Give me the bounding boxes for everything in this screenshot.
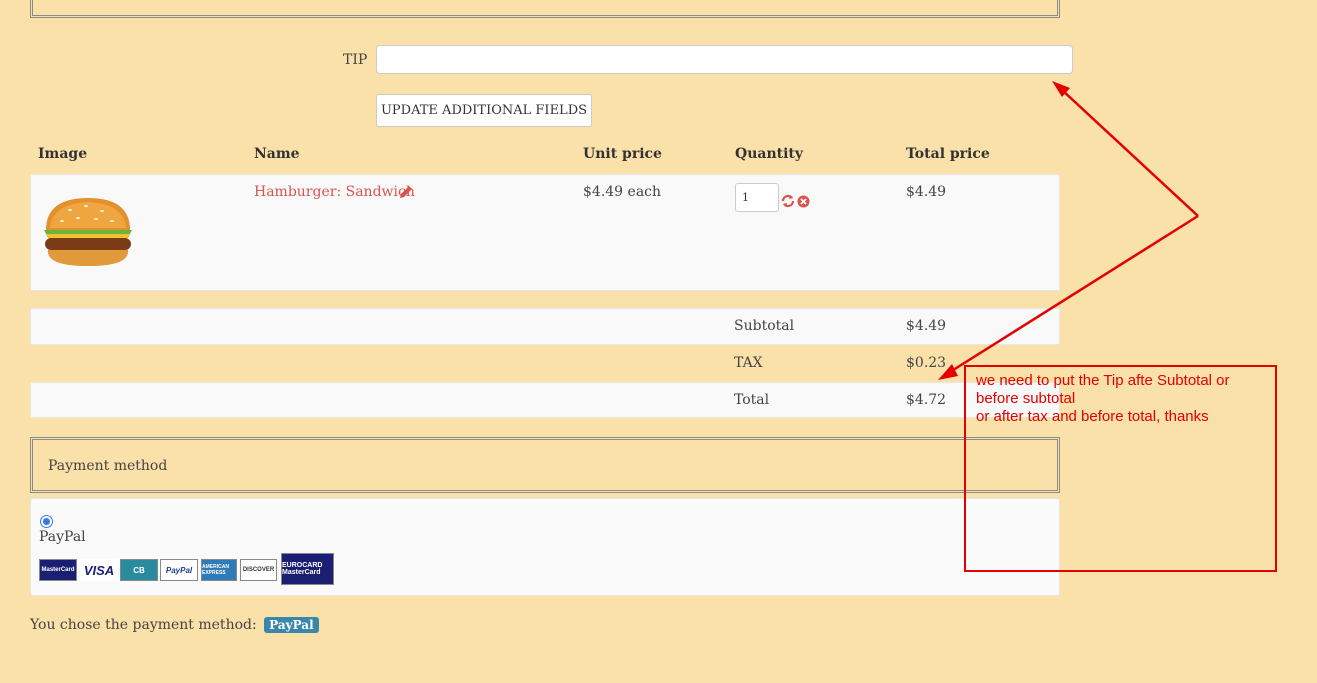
quantity-input[interactable]: 1 [735, 183, 779, 212]
top-panel [30, 0, 1060, 18]
header-total-price: Total price [906, 146, 990, 162]
unit-price: $4.49 each [583, 184, 662, 200]
arrow-to-tip [1061, 89, 1199, 217]
header-quantity: Quantity [735, 146, 804, 162]
tax-label: TAX [734, 355, 763, 371]
pencil-icon[interactable] [399, 185, 413, 199]
discover-icon: DISCOVER [240, 559, 277, 581]
payment-method-panel: Payment method [30, 437, 1060, 493]
amex-icon: AMERICAN EXPRESS [201, 559, 237, 581]
product-name-link[interactable]: Hamburger: Sandwich [254, 184, 415, 200]
payment-options: PayPal MasterCard VISA CB PayPal AMERICA… [30, 498, 1060, 596]
tip-label: TIP [343, 52, 368, 68]
tax-value: $0.23 [906, 355, 947, 371]
chosen-label: You chose the payment method: [30, 617, 257, 633]
header-unit-price: Unit price [583, 146, 662, 162]
chosen-payment-badge: PayPal [264, 617, 319, 633]
subtotal-value: $4.49 [906, 318, 947, 334]
mastercard-icon: MasterCard [39, 559, 77, 581]
cb-icon: CB [120, 559, 158, 581]
annotation-text: we need to put the Tip afte Subtotal or … [976, 372, 1271, 426]
paypal-card-icon: PayPal [160, 559, 198, 581]
tip-input[interactable] [376, 45, 1073, 74]
visa-icon: VISA [80, 559, 118, 581]
arrow-head-tip [1052, 81, 1070, 97]
update-additional-fields-button[interactable]: UPDATE ADDITIONAL FIELDS [376, 94, 592, 127]
paypal-radio[interactable] [40, 515, 53, 528]
total-value: $4.72 [906, 392, 947, 408]
total-label: Total [734, 392, 770, 408]
header-image: Image [38, 146, 88, 162]
header-name: Name [254, 146, 300, 162]
remove-icon[interactable] [797, 195, 810, 208]
annotation-line-1: we need to put the Tip afte Subtotal or … [976, 372, 1230, 407]
annotation-line-2: or after tax and before total, thanks [976, 408, 1209, 425]
eurocard-mastercard-icon: EUROCARD MasterCard [281, 553, 334, 585]
row-total: $4.49 [906, 184, 947, 200]
chosen-payment-text: You chose the payment method: PayPal [30, 617, 319, 633]
payment-method-title: Payment method [48, 458, 168, 474]
paypal-option-label[interactable]: PayPal [39, 529, 86, 545]
refresh-icon[interactable] [781, 194, 795, 208]
burger-image [44, 198, 132, 266]
subtotal-label: Subtotal [734, 318, 795, 334]
